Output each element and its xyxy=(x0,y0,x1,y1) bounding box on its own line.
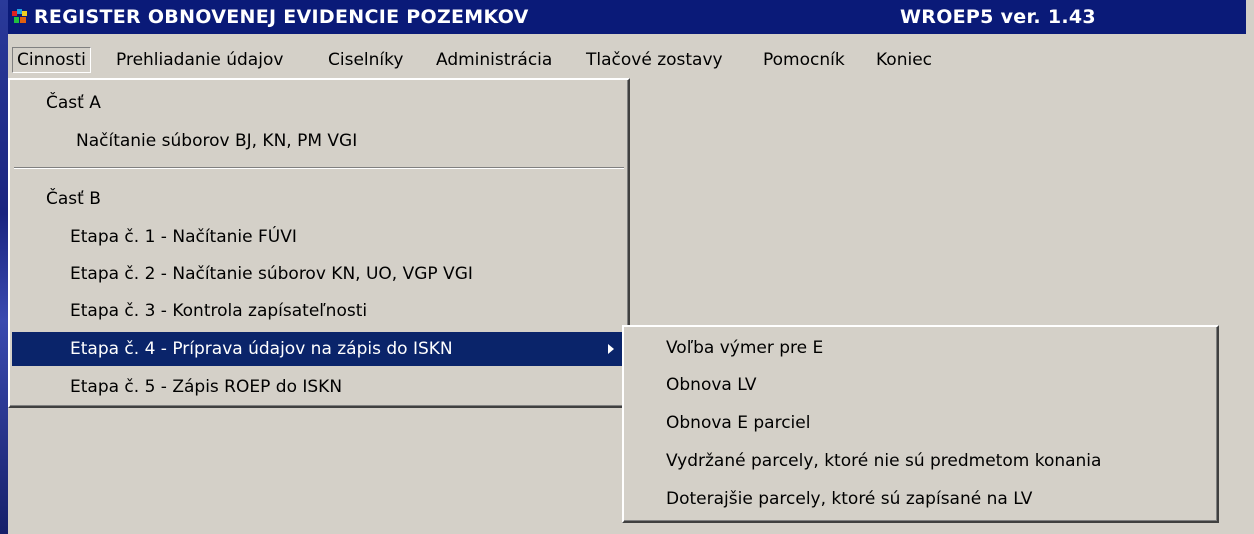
submenu-item-obnova-e-parciel[interactable]: Obnova E parciel xyxy=(666,406,810,440)
submenu-item-volba-vymer[interactable]: Voľba výmer pre E xyxy=(666,331,823,365)
section-a-label: Časť A xyxy=(46,93,101,113)
submenu-item-vydrzane-parcely[interactable]: Vydržané parcely, ktoré nie sú predmetom… xyxy=(666,444,1101,478)
app-version: WROEP5 ver. 1.43 xyxy=(900,6,1096,28)
menu-item-label: Etapa č. 2 - Načítanie súborov KN, UO, V… xyxy=(70,264,473,284)
title-bar: REGISTER OBNOVENEJ EVIDENCIE POZEMKOV WR… xyxy=(8,0,1246,34)
menu-administracia[interactable]: Administrácia xyxy=(432,47,556,73)
menu-koniec[interactable]: Koniec xyxy=(872,47,936,73)
submenu-arrow-icon xyxy=(608,344,614,354)
menu-separator xyxy=(14,167,624,169)
menu-item-etapa-3[interactable]: Etapa č. 3 - Kontrola zapísateľnosti xyxy=(12,294,626,328)
menu-cinnosti[interactable]: Cinnosti xyxy=(12,47,91,73)
menu-item-label: Etapa č. 1 - Načítanie FÚVI xyxy=(70,227,297,247)
menu-prehliadanie-udajov[interactable]: Prehliadanie údajov xyxy=(112,47,287,73)
section-b-label: Časť B xyxy=(46,189,101,209)
section-header-a: Časť A xyxy=(12,86,626,120)
menu-bar: Cinnosti Prehliadanie údajov Ciselníky A… xyxy=(8,44,1254,76)
menu-item-label: Načítanie súborov BJ, KN, PM VGI xyxy=(76,131,358,151)
etapa-4-submenu: Voľba výmer pre E Obnova LV Obnova E par… xyxy=(622,325,1219,523)
menu-pomocnik[interactable]: Pomocník xyxy=(759,47,849,73)
submenu-item-obnova-lv[interactable]: Obnova LV xyxy=(666,368,756,402)
menu-item-label: Etapa č. 4 - Príprava údajov na zápis do… xyxy=(70,339,453,359)
section-header-b: Časť B xyxy=(12,182,626,216)
menu-item-label: Etapa č. 3 - Kontrola zapísateľnosti xyxy=(70,301,368,321)
submenu-item-doterajsie-parcely[interactable]: Doterajšie parcely, ktoré sú zapísané na… xyxy=(666,482,1032,516)
window-title: REGISTER OBNOVENEJ EVIDENCIE POZEMKOV xyxy=(34,6,529,28)
cinnosti-dropdown: Časť A Načítanie súborov BJ, KN, PM VGI … xyxy=(8,78,630,408)
menu-item-nacitanie-bj-kn-pm[interactable]: Načítanie súborov BJ, KN, PM VGI xyxy=(12,124,626,158)
app-window: REGISTER OBNOVENEJ EVIDENCIE POZEMKOV WR… xyxy=(8,0,1254,534)
menu-item-label: Etapa č. 5 - Zápis ROEP do ISKN xyxy=(70,377,343,397)
menu-item-etapa-1[interactable]: Etapa č. 1 - Načítanie FÚVI xyxy=(12,220,626,254)
desktop-background xyxy=(0,0,8,534)
menu-tlacove-zostavy[interactable]: Tlačové zostavy xyxy=(582,47,727,73)
menu-item-etapa-4[interactable]: Etapa č. 4 - Príprava údajov na zápis do… xyxy=(12,332,626,366)
menu-ciselniky[interactable]: Ciselníky xyxy=(324,47,407,73)
menu-item-etapa-2[interactable]: Etapa č. 2 - Načítanie súborov KN, UO, V… xyxy=(12,257,626,291)
app-icon xyxy=(12,9,27,23)
menu-item-etapa-5[interactable]: Etapa č. 5 - Zápis ROEP do ISKN xyxy=(12,370,626,404)
